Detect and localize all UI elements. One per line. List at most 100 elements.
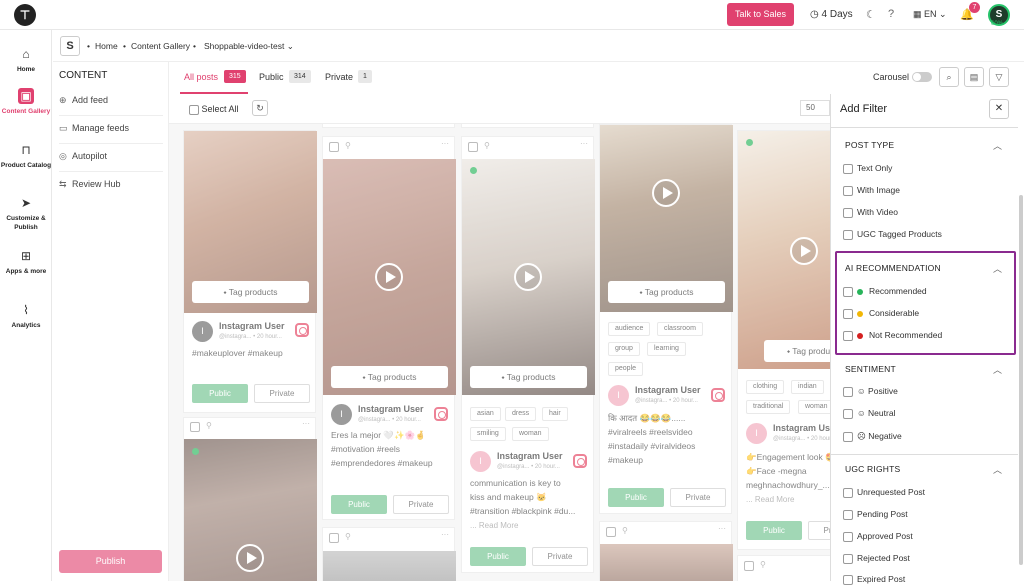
post-card[interactable]: ⚲ ··· <box>599 521 733 581</box>
checkbox[interactable] <box>843 286 853 297</box>
language-selector[interactable]: ▦ EN ⌄ <box>913 9 947 20</box>
post-image[interactable] <box>323 551 456 581</box>
tab-public[interactable]: Public <box>259 72 284 82</box>
ai-tag-chip[interactable]: traditional <box>746 400 791 414</box>
post-card[interactable]: ⚲ ··· ⬩ Tag products I Instagram User @i… <box>322 136 456 520</box>
checkbox[interactable] <box>843 330 853 341</box>
post-checkbox[interactable] <box>329 533 339 543</box>
play-icon[interactable] <box>514 263 542 291</box>
ai-tag-chip[interactable]: group <box>608 342 640 356</box>
workspace-switcher[interactable]: S <box>60 36 80 56</box>
checkbox[interactable] <box>843 431 853 442</box>
play-icon[interactable] <box>790 237 818 265</box>
read-more-link[interactable]: ... Read More <box>470 521 518 530</box>
filter-option[interactable]: With Image <box>843 185 900 196</box>
search-icon[interactable]: ⌕ <box>939 67 959 87</box>
select-all[interactable]: Select All <box>189 104 239 115</box>
more-icon[interactable]: ··· <box>718 524 726 533</box>
breadcrumb-home[interactable]: Home <box>95 41 118 51</box>
play-icon[interactable] <box>652 179 680 207</box>
ai-tag-chip[interactable]: people <box>608 362 644 376</box>
filter-option[interactable]: Not Recommended <box>843 330 942 341</box>
checkbox[interactable] <box>843 207 853 218</box>
manage-feeds-item[interactable]: ▭ Manage feeds <box>59 116 163 144</box>
public-button[interactable]: Public <box>746 521 802 540</box>
nav-item-analytics[interactable]: ⌇ Analytics <box>0 302 52 330</box>
private-button[interactable]: Private <box>808 521 830 540</box>
nav-item-customize-publish[interactable]: ➤ Customize & Publish <box>0 195 52 232</box>
read-more-link[interactable]: ... Read More <box>746 495 794 504</box>
public-button[interactable]: Public <box>470 547 526 566</box>
post-checkbox[interactable] <box>606 527 616 537</box>
private-button[interactable]: Private <box>254 384 310 403</box>
checkbox[interactable] <box>843 185 853 196</box>
filter-option[interactable]: Recommended <box>843 286 927 297</box>
more-icon[interactable]: ··· <box>580 139 588 148</box>
close-icon[interactable]: ✕ <box>989 99 1009 119</box>
post-checkbox[interactable] <box>468 142 478 152</box>
play-icon[interactable] <box>236 544 264 572</box>
post-checkbox[interactable] <box>329 142 339 152</box>
more-icon[interactable]: ··· <box>302 419 310 428</box>
sentiment-header[interactable]: SENTIMENT <box>845 364 896 374</box>
post-card[interactable]: ⬩ Tag products audience classroom group … <box>599 124 733 514</box>
filter-option[interactable]: Pending Post <box>843 509 908 520</box>
ai-recommendation-header[interactable]: AI RECOMMENDATION <box>845 263 941 273</box>
talk-to-sales-button[interactable]: Talk to Sales <box>727 3 794 26</box>
play-icon[interactable] <box>375 263 403 291</box>
review-hub-item[interactable]: ⇆ Review Hub <box>59 172 163 200</box>
app-logo-icon[interactable]: ⊤ <box>14 4 36 26</box>
private-button[interactable]: Private <box>532 547 588 566</box>
ai-tag-chip[interactable]: hair <box>542 407 568 421</box>
nav-item-product-catalog[interactable]: ⊓ Product Catalog <box>0 142 52 170</box>
tag-products-button[interactable]: ⬩ Tag products <box>192 281 309 303</box>
chevron-up-icon[interactable]: ︿ <box>993 139 1002 152</box>
post-checkbox[interactable] <box>744 561 754 571</box>
filter-option[interactable]: Approved Post <box>843 531 913 542</box>
more-icon[interactable]: ··· <box>441 139 449 148</box>
pin-icon[interactable]: ⚲ <box>345 532 351 541</box>
filter-icon[interactable]: ▽ <box>989 67 1009 87</box>
checkbox[interactable] <box>843 509 853 520</box>
checkbox[interactable] <box>843 386 853 397</box>
pin-icon[interactable]: ⚲ <box>206 421 212 430</box>
chevron-up-icon[interactable]: ︿ <box>993 363 1002 376</box>
checkbox[interactable] <box>843 487 853 498</box>
tab-private[interactable]: Private <box>325 72 353 82</box>
page-size-select[interactable]: 50 <box>800 100 830 116</box>
add-feed-item[interactable]: ⊕ Add feed <box>59 88 163 116</box>
ai-tag-chip[interactable]: indian <box>791 380 824 394</box>
pin-icon[interactable]: ⚲ <box>484 141 490 150</box>
checkbox[interactable] <box>843 574 853 585</box>
post-card[interactable]: ⚲ ··· <box>183 417 317 581</box>
checkbox[interactable] <box>843 308 853 319</box>
post-image[interactable] <box>600 544 733 581</box>
private-button[interactable]: Private <box>393 495 449 514</box>
carousel-toggle[interactable] <box>912 72 932 82</box>
filter-option[interactable]: ☺ Positive <box>843 386 898 397</box>
filter-option[interactable]: ☺ Neutral <box>843 408 895 419</box>
post-card[interactable]: ⬩ Tag products clothing indian tradition… <box>737 130 830 550</box>
filter-option[interactable]: Rejected Post <box>843 553 910 564</box>
moon-icon[interactable]: ☾ <box>866 8 876 21</box>
checkbox[interactable] <box>843 408 853 419</box>
post-type-header[interactable]: POST TYPE <box>845 140 894 150</box>
breadcrumb-content-gallery[interactable]: Content Gallery <box>131 41 190 51</box>
checkbox[interactable] <box>843 229 853 240</box>
ai-tag-chip[interactable]: learning <box>647 342 686 356</box>
filter-scrollbar[interactable] <box>1019 195 1023 565</box>
help-icon[interactable]: ? <box>888 8 894 20</box>
tag-products-button[interactable]: ⬩ Tag products <box>608 281 725 303</box>
filter-option[interactable]: With Video <box>843 207 898 218</box>
ai-tag-chip[interactable]: woman <box>798 400 830 414</box>
tag-products-button[interactable]: ⬩ Tag products <box>764 340 830 362</box>
nav-item-apps[interactable]: ⊞ Apps & more <box>0 248 52 276</box>
pin-icon[interactable]: ⚲ <box>622 526 628 535</box>
breadcrumb-feed[interactable]: Shoppable-video-test ⌄ <box>204 41 294 52</box>
ai-tag-chip[interactable]: clothing <box>746 380 785 394</box>
ai-tag-chip[interactable]: audience <box>608 322 651 336</box>
public-button[interactable]: Public <box>331 495 387 514</box>
refresh-icon[interactable]: ↻ <box>252 100 268 116</box>
post-card[interactable] <box>322 124 455 128</box>
public-button[interactable]: Public <box>192 384 248 403</box>
